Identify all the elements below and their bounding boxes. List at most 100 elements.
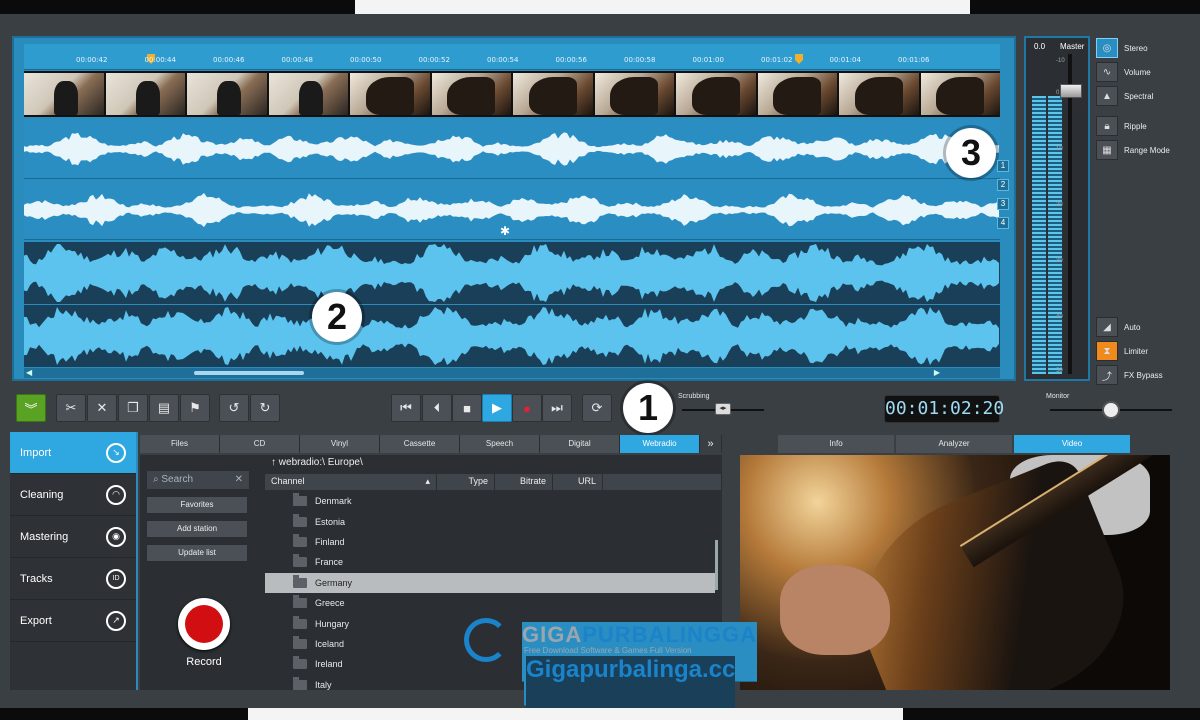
- marker-flag-icon[interactable]: [795, 54, 803, 64]
- scroll-left-icon[interactable]: ◀: [26, 368, 32, 377]
- meter-scale-label: 40: [1056, 314, 1063, 320]
- play-button[interactable]: ▶: [482, 394, 512, 422]
- loop-button[interactable]: ⟳: [582, 394, 612, 422]
- breadcrumb-path: webradio:\ Europe\: [278, 457, 363, 468]
- callout-badge-3: 3: [946, 128, 996, 178]
- video-preview[interactable]: [740, 455, 1170, 690]
- previous-button[interactable]: ⏴: [422, 394, 452, 422]
- list-item-label: France: [315, 557, 344, 568]
- scrubbing-knob[interactable]: ◂▸: [715, 403, 731, 415]
- nav-tracks[interactable]: Tracks ID: [10, 558, 136, 600]
- timeline-ruler[interactable]: 00:00:42 00:00:44 00:00:46 00:00:48 00:00:50…: [24, 44, 1000, 70]
- list-item[interactable]: Denmark: [265, 491, 715, 511]
- sort-up-icon: ▴: [425, 476, 430, 486]
- stop-button[interactable]: ■: [452, 394, 482, 422]
- column-type[interactable]: Type: [437, 474, 495, 490]
- master-label: Master: [1060, 42, 1085, 51]
- range-mode-toggle[interactable]: ▦ Range Mode: [1096, 140, 1170, 160]
- video-frame: [187, 73, 267, 115]
- nav-import[interactable]: Import ↘: [10, 432, 136, 474]
- tab-vinyl[interactable]: Vinyl: [300, 435, 380, 453]
- tab-video[interactable]: Video: [1014, 435, 1130, 453]
- tab-speech[interactable]: Speech: [460, 435, 540, 453]
- breadcrumb: ↑ webradio:\ Europe\: [265, 457, 721, 473]
- top-border: [0, 0, 355, 14]
- tab-files[interactable]: Files: [140, 435, 220, 453]
- settings-gear-icon[interactable]: ✱: [500, 224, 510, 238]
- redo-button[interactable]: ↻: [250, 394, 280, 422]
- waveform-track-right-processed[interactable]: [24, 305, 1000, 367]
- monitor-knob[interactable]: [1102, 401, 1120, 419]
- tab-analyzer[interactable]: Analyzer: [896, 435, 1012, 453]
- more-tabs-icon[interactable]: »: [700, 435, 722, 453]
- tab-cassette[interactable]: Cassette: [380, 435, 460, 453]
- list-scrollbar[interactable]: [715, 540, 718, 590]
- list-item[interactable]: Estonia: [265, 511, 715, 531]
- list-item[interactable]: Greece: [265, 593, 715, 613]
- tab-webradio[interactable]: Webradio: [620, 435, 700, 453]
- volume-toggle[interactable]: ∿ Volume: [1096, 62, 1151, 82]
- cut-button[interactable]: ✂: [56, 394, 86, 422]
- timecode-display: 00:01:02:20: [884, 395, 1004, 423]
- source-tabs: Files CD Vinyl Cassette Speech Digital W…: [140, 435, 722, 455]
- paste-icon: ▤: [157, 400, 171, 415]
- up-arrow-icon[interactable]: ↑: [271, 457, 276, 468]
- list-item[interactable]: Germany: [265, 572, 715, 593]
- marker-button[interactable]: ⚑: [180, 394, 210, 422]
- volume-label: Volume: [1124, 67, 1151, 77]
- track-view-tab-3[interactable]: 3: [997, 198, 1009, 210]
- waveform-track-left-original[interactable]: [24, 119, 1000, 179]
- nav-mastering[interactable]: Mastering ◉: [10, 516, 136, 558]
- track-view-tab-2[interactable]: 2: [997, 179, 1009, 191]
- master-fader-knob[interactable]: [1060, 84, 1082, 98]
- search-input[interactable]: ⌕ Search ✕: [146, 470, 250, 490]
- scrollbar-thumb[interactable]: [194, 371, 304, 375]
- delete-button[interactable]: ✕: [87, 394, 117, 422]
- video-filmstrip[interactable]: [24, 71, 1000, 117]
- waveform-track-left-processed[interactable]: [24, 242, 1000, 304]
- skip-start-icon: ⏮: [400, 400, 412, 415]
- record-button[interactable]: [178, 598, 230, 650]
- add-station-button[interactable]: Add station: [146, 520, 248, 538]
- nav-cleaning[interactable]: Cleaning ◠: [10, 474, 136, 516]
- folder-icon: [293, 656, 307, 670]
- ripple-toggle[interactable]: 🔒︎ Ripple: [1096, 116, 1147, 136]
- record-transport-button[interactable]: ●: [512, 394, 542, 422]
- tab-digital[interactable]: Digital: [540, 435, 620, 453]
- flag-icon: ⚑: [189, 400, 201, 415]
- waveform-track-right-original[interactable]: [24, 180, 1000, 240]
- list-item[interactable]: France: [265, 552, 715, 572]
- tab-info[interactable]: Info: [778, 435, 894, 453]
- waveform-editor[interactable]: 00:00:42 00:00:44 00:00:46 00:00:48 00:00:50…: [12, 36, 1016, 381]
- list-item-label: Greece: [315, 598, 345, 609]
- copy-button[interactable]: ❐: [118, 394, 148, 422]
- track-view-tab-4[interactable]: 4: [997, 217, 1009, 229]
- timeline-tick-label: 00:00:42: [76, 56, 108, 64]
- master-fader-track[interactable]: [1068, 54, 1072, 374]
- column-bitrate[interactable]: Bitrate: [495, 474, 553, 490]
- tab-cd[interactable]: CD: [220, 435, 300, 453]
- nav-cleaning-label: Cleaning: [20, 488, 64, 501]
- list-item[interactable]: Finland: [265, 532, 715, 552]
- column-channel[interactable]: Channel ▴: [265, 474, 437, 490]
- clear-search-icon[interactable]: ✕: [235, 474, 243, 486]
- nav-export[interactable]: Export ↗: [10, 600, 136, 642]
- horizontal-scrollbar[interactable]: ◀ ▶: [24, 368, 1000, 378]
- paste-button[interactable]: ▤: [149, 394, 179, 422]
- limiter-toggle[interactable]: ⧗ Limiter: [1096, 341, 1148, 361]
- redo-icon: ↻: [259, 400, 271, 415]
- fx-bypass-toggle[interactable]: ⤴ FX Bypass: [1096, 365, 1163, 385]
- track-view-tab-1[interactable]: 1: [997, 160, 1009, 172]
- skip-start-button[interactable]: ⏮: [391, 394, 421, 422]
- collapse-button[interactable]: ︾: [16, 394, 46, 422]
- favorites-button[interactable]: Favorites: [146, 496, 248, 514]
- spectral-toggle[interactable]: ▲ Spectral: [1096, 86, 1153, 106]
- auto-toggle[interactable]: ◢ Auto: [1096, 317, 1140, 337]
- update-list-button[interactable]: Update list: [146, 544, 248, 562]
- record-dot-icon: ●: [523, 400, 531, 416]
- column-url[interactable]: URL: [553, 474, 603, 490]
- undo-button[interactable]: ↺: [219, 394, 249, 422]
- skip-end-button[interactable]: ⏭: [542, 394, 572, 422]
- scroll-right-icon[interactable]: ▶: [934, 368, 940, 377]
- stereo-toggle[interactable]: ◎ Stereo: [1096, 38, 1148, 58]
